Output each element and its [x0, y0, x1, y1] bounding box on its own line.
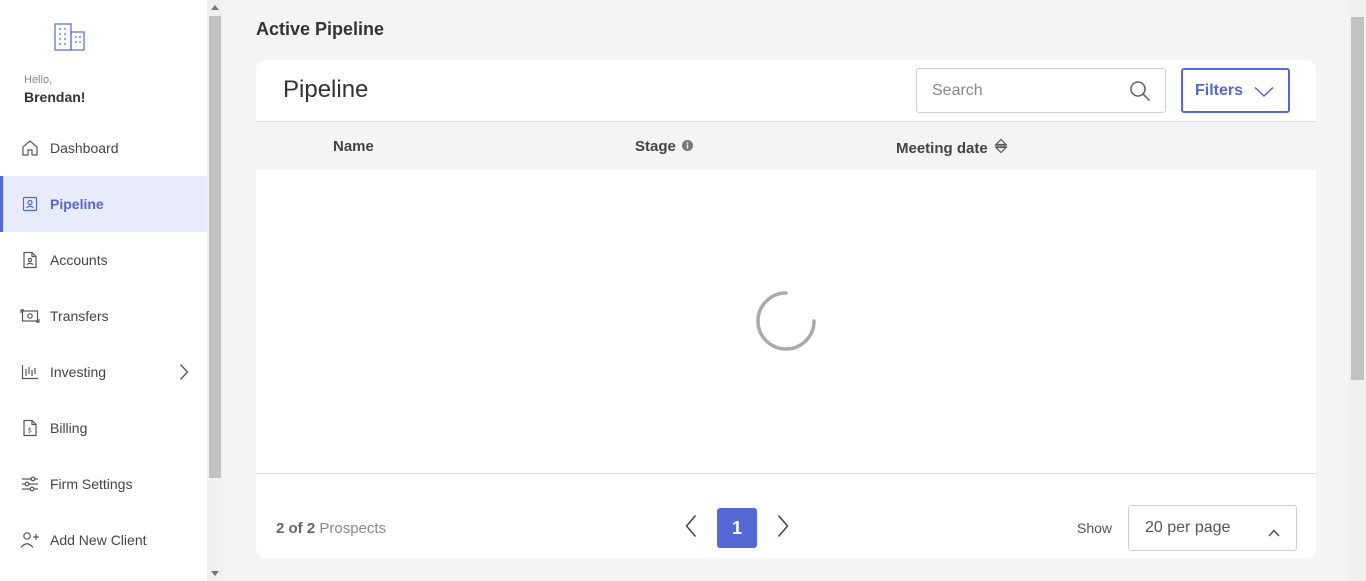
sidebar-item-firm-settings[interactable]: Firm Settings [0, 456, 207, 512]
filters-button[interactable]: Filters [1181, 68, 1290, 113]
chevron-left-icon [685, 514, 697, 543]
chevron-down-icon [1254, 85, 1274, 103]
home-icon [20, 138, 40, 158]
page-scrollbar[interactable] [1349, 0, 1366, 581]
search-box [916, 68, 1166, 113]
per-page-select[interactable]: 20 per page [1128, 505, 1297, 551]
investing-chart-icon [20, 362, 40, 382]
chevron-right-icon [179, 363, 189, 384]
sidebar-item-label: Accounts [50, 252, 108, 268]
sidebar-item-dashboard[interactable]: Dashboard [0, 120, 207, 176]
page-title: Active Pipeline [256, 19, 385, 39]
previous-page-button[interactable] [681, 514, 701, 543]
table-header: Name Stage Meeting date [256, 121, 1316, 170]
sidebar-item-accounts[interactable]: Accounts [0, 232, 207, 288]
search-input[interactable] [917, 69, 1107, 112]
sidebar-item-billing[interactable]: $ Billing [0, 400, 207, 456]
sidebar-item-pipeline[interactable]: Pipeline [0, 176, 207, 232]
column-header-stage[interactable]: Stage [635, 138, 693, 155]
chevron-right-icon [777, 514, 789, 543]
chevron-up-icon [1268, 524, 1280, 542]
card-title: Pipeline [283, 76, 369, 103]
money-transfer-icon [20, 306, 40, 326]
sidebar-nav: Dashboard Pipeline Accounts Transfers In… [0, 120, 207, 568]
sidebar-item-investing[interactable]: Investing [0, 344, 207, 400]
page-number-button[interactable]: 1 [717, 508, 757, 548]
document-icon [20, 250, 40, 270]
per-page-value: 20 per page [1145, 519, 1231, 536]
column-header-name[interactable]: Name [333, 138, 374, 155]
sidebar-item-label: Transfers [50, 308, 109, 324]
building-logo-icon [53, 22, 87, 52]
sidebar-item-transfers[interactable]: Transfers [0, 288, 207, 344]
next-page-button[interactable] [773, 514, 793, 543]
prospect-count: 2 of 2 Prospects [276, 520, 386, 537]
sidebar-item-label: Investing [50, 364, 107, 380]
pipeline-card: Pipeline Filters Name Stage Meeting date [256, 60, 1316, 558]
column-header-meeting-date[interactable]: Meeting date [896, 138, 1008, 158]
search-icon[interactable] [1129, 80, 1151, 107]
sidebar-item-label: Pipeline [50, 196, 104, 212]
user-name: Brendan! [24, 89, 86, 105]
sliders-icon [20, 474, 40, 494]
sidebar-item-label: Billing [50, 420, 88, 436]
sidebar-item-label: Firm Settings [50, 476, 133, 492]
count-value: 2 of 2 [276, 520, 316, 537]
contact-card-icon [20, 194, 40, 214]
loading-spinner [756, 291, 816, 351]
scroll-up-arrow-icon[interactable] [211, 5, 219, 10]
scroll-down-arrow-icon[interactable] [211, 571, 219, 576]
svg-text:$: $ [28, 427, 32, 435]
sort-icon[interactable] [994, 138, 1008, 158]
info-icon[interactable] [681, 138, 693, 155]
sidebar-item-add-new-client[interactable]: Add New Client [0, 512, 207, 568]
show-label: Show [1077, 520, 1113, 536]
invoice-icon: $ [20, 418, 40, 438]
sidebar: Hello, Brendan! Dashboard Pipeline Accou… [0, 0, 207, 581]
filters-label: Filters [1195, 81, 1244, 99]
scrollbar-thumb[interactable] [1351, 17, 1364, 380]
sidebar-scrollbar[interactable] [207, 0, 223, 581]
footer-divider [256, 473, 1316, 474]
sidebar-item-label: Add New Client [50, 532, 147, 548]
scrollbar-thumb[interactable] [209, 16, 221, 478]
sidebar-item-label: Dashboard [50, 140, 119, 156]
greeting-text: Hello, [24, 74, 53, 86]
count-suffix: Prospects [319, 520, 387, 537]
add-user-icon [20, 530, 40, 550]
